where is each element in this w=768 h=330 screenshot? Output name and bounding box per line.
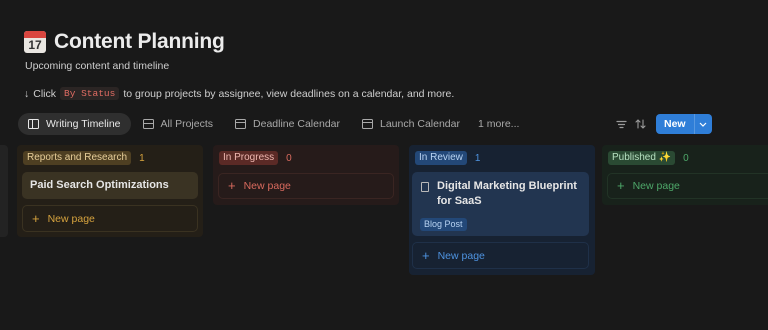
page-title[interactable]: Content Planning: [54, 30, 225, 54]
chevron-down-icon[interactable]: [693, 114, 712, 134]
status-badge: Reports and Research: [23, 151, 132, 165]
card-tag: Blog Post: [420, 218, 467, 231]
document-icon: [421, 182, 429, 192]
calendar-icon: [362, 119, 373, 129]
column-count: 0: [286, 152, 292, 164]
status-badge: In Review: [415, 151, 467, 165]
table-icon: [142, 119, 154, 129]
tab-writing-timeline[interactable]: Writing Timeline: [18, 113, 131, 135]
calendar-icon: 17: [24, 31, 46, 53]
new-page-label: New page: [632, 180, 680, 192]
board-card[interactable]: Digital Marketing Blueprint for SaaS Blo…: [412, 172, 589, 236]
board-column-reports-and-research: Reports and Research 1 Paid Search Optim…: [17, 145, 203, 237]
card-title: Digital Marketing Blueprint for SaaS: [437, 180, 577, 207]
board-column-in-progress: In Progress 0 + New page: [213, 145, 399, 205]
new-button-label: New: [664, 118, 686, 130]
down-arrow-icon: ↓: [24, 87, 30, 100]
timeline-icon: [28, 119, 39, 129]
card-title: Paid Search Optimizations: [30, 179, 169, 191]
hint-text: ↓ Click By Status to group projects by a…: [24, 87, 454, 100]
tab-launch-calendar[interactable]: Launch Calendar: [352, 113, 470, 135]
column-count: 1: [474, 152, 481, 164]
plus-icon: +: [228, 178, 236, 193]
calendar-icon: [235, 119, 247, 129]
tab-label: Deadline Calendar: [253, 118, 340, 130]
plus-icon: +: [422, 247, 430, 263]
new-page-button[interactable]: + New page: [412, 242, 589, 269]
view-tabs: Writing Timeline All Projects Deadline C…: [18, 113, 525, 135]
more-views-button[interactable]: 1 more...: [472, 118, 525, 130]
new-page-button[interactable]: + New page: [22, 205, 198, 232]
new-page-button[interactable]: + New page: [218, 173, 394, 199]
new-page-label: New page: [437, 249, 485, 262]
board-column-in-review: In Review 1 Digital Marketing Blueprint …: [409, 145, 595, 275]
new-page-label: New page: [47, 212, 95, 225]
status-badge: In Progress: [219, 151, 279, 165]
plus-icon: +: [32, 210, 40, 226]
sort-icon[interactable]: [634, 114, 647, 134]
page-header: 17 Content Planning Upcoming content and…: [24, 30, 225, 72]
new-button[interactable]: New: [656, 114, 712, 134]
by-status-code: By Status: [60, 87, 120, 100]
tab-label: All Projects: [160, 118, 214, 130]
new-page-button[interactable]: + New page: [607, 173, 768, 199]
column-count: 1: [139, 152, 145, 164]
new-page-label: New page: [243, 180, 291, 192]
filter-icon[interactable]: [615, 114, 628, 134]
calendar-icon-day: 17: [28, 38, 42, 52]
page-subtitle: Upcoming content and timeline: [25, 60, 170, 72]
board-column-published: Published ✨ 0 + New page: [602, 145, 768, 205]
board-card[interactable]: Paid Search Optimizations: [22, 172, 198, 199]
tab-label: Writing Timeline: [46, 118, 121, 130]
status-badge: Published ✨: [608, 151, 676, 165]
plus-icon: +: [617, 178, 625, 193]
column-count: 0: [683, 152, 689, 164]
tab-deadline-calendar[interactable]: Deadline Calendar: [225, 113, 350, 135]
tab-label: Launch Calendar: [380, 118, 460, 130]
hint-click: Click: [33, 87, 56, 100]
tab-all-projects[interactable]: All Projects: [133, 113, 224, 135]
board-column-edge: [0, 145, 8, 237]
hint-rest: to group projects by assignee, view dead…: [123, 87, 455, 100]
